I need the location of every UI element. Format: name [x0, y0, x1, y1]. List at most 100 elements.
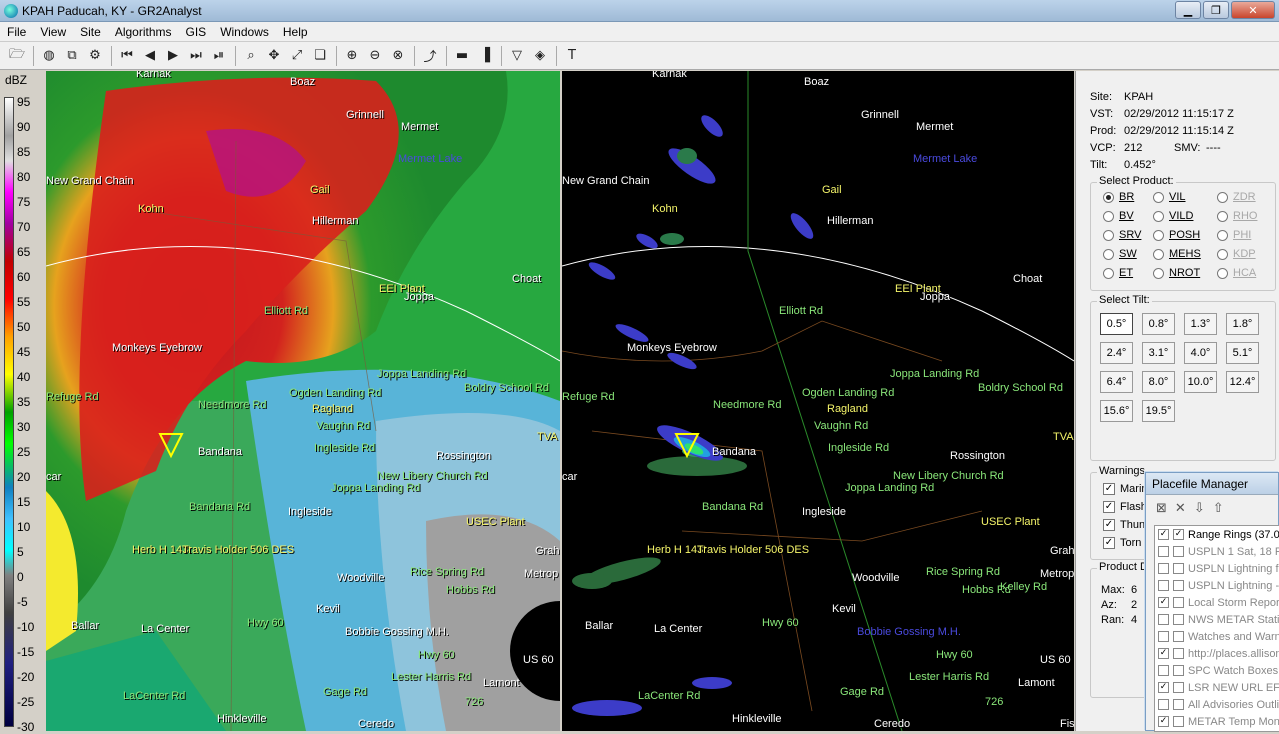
last-frame-icon[interactable]: ⏯: [208, 45, 230, 67]
menu-algorithms[interactable]: Algorithms: [108, 25, 179, 39]
warning-checkbox[interactable]: ✓ Marin: [1103, 483, 1148, 495]
placefile-row[interactable]: USPLN Lightning fo: [1155, 560, 1279, 577]
checkbox-box[interactable]: ✓: [1103, 519, 1115, 531]
product-radio-sw[interactable]: SW: [1103, 248, 1137, 260]
product-radio-bv[interactable]: BV: [1103, 210, 1134, 222]
tilt-button[interactable]: 8.0°: [1142, 371, 1175, 393]
tilt-button[interactable]: 1.3°: [1184, 313, 1217, 335]
placefile-visible-checkbox[interactable]: [1173, 665, 1184, 676]
product-radio-vil[interactable]: VIL: [1153, 191, 1186, 203]
warning-checkbox[interactable]: ✓ Flash: [1103, 501, 1147, 513]
close-button[interactable]: ✕: [1231, 1, 1275, 19]
placefile-row[interactable]: SPC Watch Boxes: [1155, 662, 1279, 679]
menu-gis[interactable]: GIS: [179, 25, 214, 39]
menu-windows[interactable]: Windows: [213, 25, 276, 39]
menu-site[interactable]: Site: [73, 25, 108, 39]
tilt-button[interactable]: 15.6°: [1100, 400, 1133, 422]
radio-circle[interactable]: [1153, 191, 1164, 203]
tilt-button[interactable]: 0.5°: [1100, 313, 1133, 335]
radio-circle[interactable]: [1153, 210, 1164, 222]
cross-section-icon[interactable]: ⤴: [419, 45, 441, 67]
open-folder-icon[interactable]: 🗁: [6, 45, 28, 67]
product-radio-br[interactable]: BR: [1103, 191, 1134, 203]
product-radio-mehs[interactable]: MEHS: [1153, 248, 1201, 260]
placefile-row[interactable]: All Advisories Outlin: [1155, 696, 1279, 713]
placefile-visible-checkbox[interactable]: [1173, 699, 1184, 710]
radio-circle[interactable]: [1103, 210, 1114, 222]
placefile-visible-checkbox[interactable]: [1173, 580, 1184, 591]
product-radio-posh[interactable]: POSH: [1153, 229, 1200, 241]
placefile-enable-checkbox[interactable]: [1158, 699, 1169, 710]
radio-circle[interactable]: [1103, 191, 1114, 203]
next-frame-icon[interactable]: ⏭: [185, 45, 207, 67]
radio-circle[interactable]: [1153, 229, 1164, 241]
measure-icon[interactable]: ⤢: [286, 45, 308, 67]
zoom-out-icon[interactable]: ⊖: [364, 45, 386, 67]
menu-file[interactable]: File: [0, 25, 33, 39]
placefile-list[interactable]: ✓ ✓ Range Rings (37.06 USPLN 1 Sat, 18 Fe US…: [1154, 525, 1279, 732]
product-radio-nrot[interactable]: NROT: [1153, 267, 1200, 279]
placefile-row[interactable]: ✓ Local Storm Reports: [1155, 594, 1279, 611]
remove-placefile-icon[interactable]: ✕: [1175, 501, 1186, 516]
tilt-button[interactable]: 0.8°: [1142, 313, 1175, 335]
placefile-visible-checkbox[interactable]: ✓: [1173, 529, 1184, 540]
placefile-row[interactable]: ✓ ✓ Range Rings (37.06: [1155, 526, 1279, 543]
minimize-button[interactable]: ▁: [1175, 1, 1201, 19]
checkbox-box[interactable]: ✓: [1103, 501, 1115, 513]
zoom-in-icon[interactable]: ⊕: [341, 45, 363, 67]
product-radio-et[interactable]: ET: [1103, 267, 1133, 279]
placefile-visible-checkbox[interactable]: [1173, 648, 1184, 659]
placefile-enable-checkbox[interactable]: [1158, 546, 1169, 557]
tilt-button[interactable]: 12.4°: [1226, 371, 1259, 393]
play-icon[interactable]: ▶: [162, 45, 184, 67]
product-radio-zdr[interactable]: ZDR: [1217, 191, 1256, 203]
tilt-button[interactable]: 3.1°: [1142, 342, 1175, 364]
placefile-visible-checkbox[interactable]: [1173, 716, 1184, 727]
placefile-visible-checkbox[interactable]: [1173, 563, 1184, 574]
menu-help[interactable]: Help: [276, 25, 315, 39]
placefile-row[interactable]: Watches and Warni: [1155, 628, 1279, 645]
radio-circle[interactable]: [1217, 210, 1228, 222]
globe-icon[interactable]: ◍: [38, 45, 60, 67]
tilt-button[interactable]: 2.4°: [1100, 342, 1133, 364]
menu-view[interactable]: View: [33, 25, 73, 39]
product-radio-hca[interactable]: HCA: [1217, 267, 1256, 279]
zoom-reset-icon[interactable]: ⊗: [387, 45, 409, 67]
product-radio-vild[interactable]: VILD: [1153, 210, 1193, 222]
pan-icon[interactable]: ✥: [263, 45, 285, 67]
product-radio-srv[interactable]: SRV: [1103, 229, 1141, 241]
placefile-enable-checkbox[interactable]: ✓: [1158, 529, 1169, 540]
radio-circle[interactable]: [1217, 229, 1228, 241]
placefile-visible-checkbox[interactable]: [1173, 597, 1184, 608]
first-frame-icon[interactable]: ⏮: [116, 45, 138, 67]
warning-checkbox[interactable]: ✓ Thun: [1103, 519, 1145, 531]
radio-circle[interactable]: [1103, 267, 1114, 279]
placefile-row[interactable]: NWS METAR Statio: [1155, 611, 1279, 628]
prev-frame-icon[interactable]: ◀: [139, 45, 161, 67]
move-down-icon[interactable]: ⇩: [1194, 501, 1205, 516]
placefile-visible-checkbox[interactable]: [1173, 682, 1184, 693]
restore-button[interactable]: ❐: [1203, 1, 1229, 19]
tilt-button[interactable]: 4.0°: [1184, 342, 1217, 364]
radio-circle[interactable]: [1217, 248, 1228, 260]
radio-circle[interactable]: [1217, 267, 1228, 279]
placefile-enable-checkbox[interactable]: [1158, 665, 1169, 676]
placefile-enable-checkbox[interactable]: [1158, 563, 1169, 574]
radio-circle[interactable]: [1103, 248, 1114, 260]
warning-triangle-icon[interactable]: ▽: [506, 45, 528, 67]
diamond-icon[interactable]: ◈: [529, 45, 551, 67]
warning-checkbox[interactable]: ✓ Torn: [1103, 537, 1141, 549]
tilt-button[interactable]: 1.8°: [1226, 313, 1259, 335]
placefile-enable-checkbox[interactable]: [1158, 580, 1169, 591]
tilt-button[interactable]: 10.0°: [1184, 371, 1217, 393]
storm-track-icon[interactable]: ▬: [451, 45, 473, 67]
velocity-pane[interactable]: Karnak Boaz Grinnell Mermet Mermet Lake New G…: [562, 71, 1074, 731]
tilt-button[interactable]: 19.5°: [1142, 400, 1175, 422]
placefile-enable-checkbox[interactable]: ✓: [1158, 648, 1169, 659]
settings-icon[interactable]: ⚙: [84, 45, 106, 67]
placefile-row[interactable]: ✓ LSR NEW URL EFF: [1155, 679, 1279, 696]
radio-circle[interactable]: [1153, 248, 1164, 260]
placefile-enable-checkbox[interactable]: [1158, 614, 1169, 625]
product-radio-phi[interactable]: PHI: [1217, 229, 1251, 241]
radio-circle[interactable]: [1217, 191, 1228, 203]
